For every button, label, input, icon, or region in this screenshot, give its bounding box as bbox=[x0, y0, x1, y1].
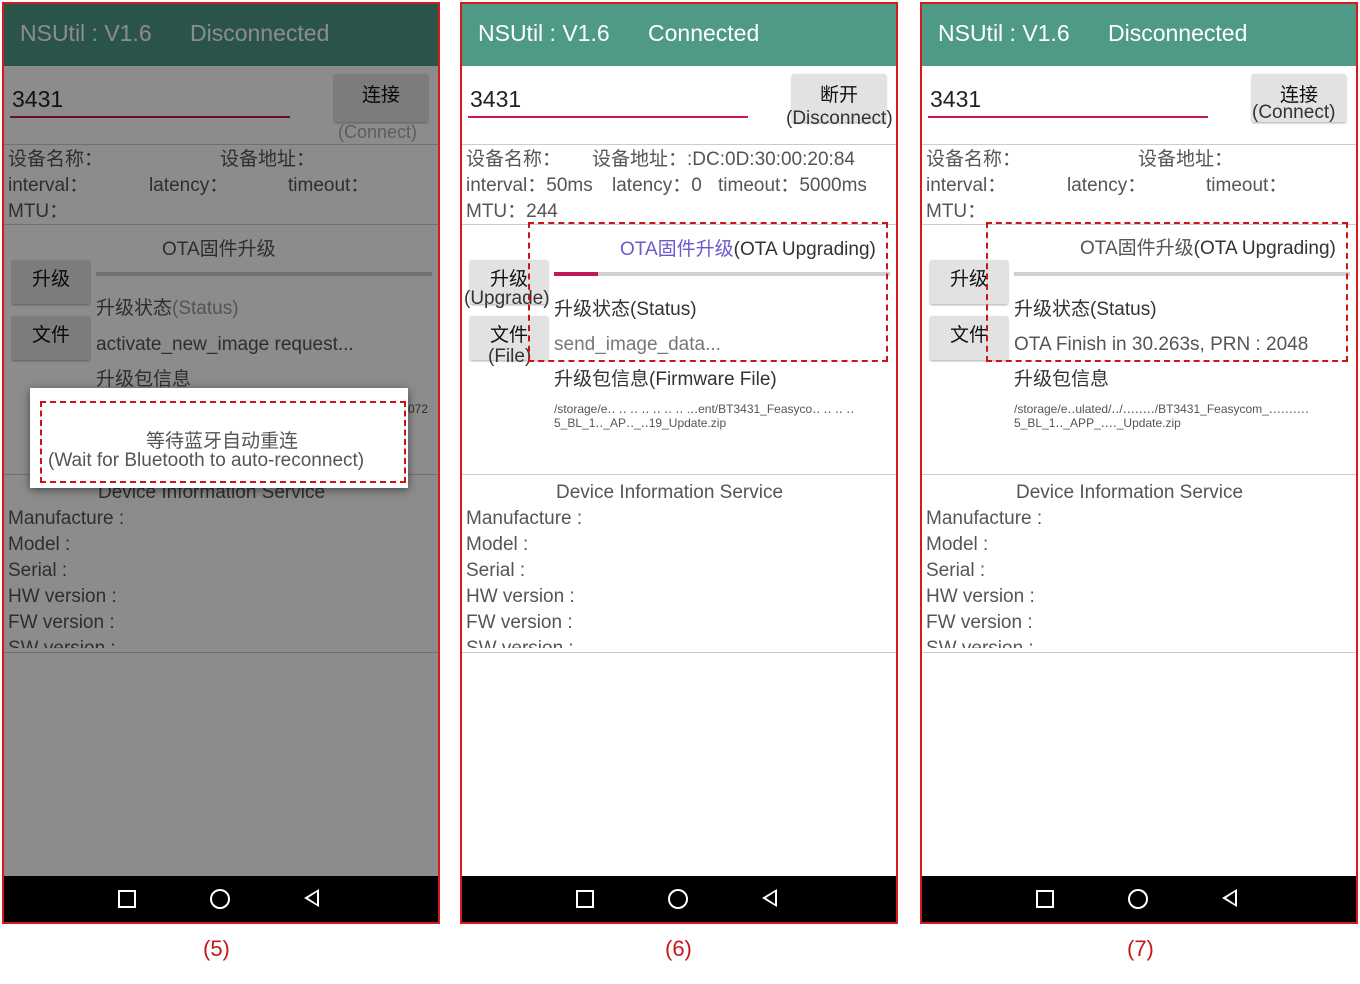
connect-button-en-label: (Connect) bbox=[1252, 102, 1336, 123]
fw-version-label: FW version : bbox=[926, 612, 1033, 633]
timeout-label: timeout： bbox=[718, 175, 800, 196]
latency-value: 0 bbox=[691, 175, 702, 196]
connection-state: Connected bbox=[648, 20, 760, 46]
mtu-label: MTU： bbox=[466, 201, 527, 222]
nav-bar bbox=[4, 876, 438, 922]
home-icon[interactable] bbox=[210, 889, 230, 909]
model-label: Model : bbox=[926, 534, 989, 555]
caption-5: (5) bbox=[203, 936, 230, 961]
nav-bar bbox=[922, 876, 1356, 922]
timeout-label: timeout： bbox=[1206, 175, 1288, 196]
device-address-label: 设备地址： bbox=[592, 149, 688, 170]
recents-icon[interactable] bbox=[118, 890, 136, 908]
divider bbox=[922, 474, 1356, 475]
device-id-input[interactable]: 3431 bbox=[930, 86, 981, 113]
highlight-box bbox=[528, 222, 888, 362]
interval-label: interval： bbox=[466, 175, 547, 196]
sw-version-label: SW version : bbox=[926, 638, 1034, 648]
sw-version-clip: SW version : bbox=[922, 638, 1356, 648]
input-underline bbox=[928, 116, 1208, 118]
mtu: MTU：244 bbox=[466, 196, 558, 223]
phone-screen-6: NSUtil : V1.6 Connected 3431 断开 (Disconn… bbox=[460, 2, 898, 924]
caption-6: (6) bbox=[665, 936, 692, 961]
device-id-input[interactable]: 3431 bbox=[470, 86, 521, 113]
latency-label: latency： bbox=[612, 175, 692, 196]
latency-label: latency： bbox=[1067, 175, 1147, 196]
input-underline bbox=[468, 116, 748, 118]
package-info-label-cn: 升级包信息 bbox=[554, 369, 650, 390]
manufacture-label: Manufacture : bbox=[926, 508, 1043, 529]
mtu-value: 244 bbox=[526, 201, 558, 222]
dis-title: Device Information Service bbox=[556, 482, 784, 503]
sw-version-clip: SW version : bbox=[462, 638, 896, 648]
package-info-label: 升级包信息(Firmware File) bbox=[554, 364, 777, 391]
app-title: NSUtil : V1.6 bbox=[478, 20, 610, 46]
latency: latency：0 bbox=[612, 170, 702, 197]
timeout-value: 5000ms bbox=[799, 175, 867, 196]
model-label: Model : bbox=[466, 534, 529, 555]
nav-bar bbox=[462, 876, 896, 922]
back-icon[interactable] bbox=[1222, 889, 1237, 907]
hw-version-label: HW version : bbox=[466, 586, 575, 607]
home-icon[interactable] bbox=[668, 889, 688, 909]
disconnect-button-label: 断开 bbox=[819, 85, 858, 106]
back-icon[interactable] bbox=[762, 889, 777, 907]
phone-screen-5: NSUtil : V1.6 Disconnected 3431 连接 (Conn… bbox=[2, 2, 440, 924]
mtu-label: MTU： bbox=[926, 201, 987, 222]
app-bar: NSUtil : V1.6 Connected bbox=[462, 4, 896, 66]
file-path-line-1: /storage/e‥ ‥ ‥ ‥ ‥ ‥ ‥ .‥ent/BT3431_Fea… bbox=[554, 402, 855, 416]
file-button-en-label: (File) bbox=[488, 346, 532, 367]
divider bbox=[462, 652, 896, 653]
device-name-label: 设备名称： bbox=[466, 149, 562, 170]
interval-value: 50ms bbox=[546, 175, 593, 196]
file-path-line-2: 5_BL_1‥_AP‥_‥19_Update.zip bbox=[554, 416, 727, 430]
package-info-label: 升级包信息 bbox=[1014, 369, 1110, 390]
app-title: NSUtil : V1.6 bbox=[938, 20, 1070, 46]
recents-icon[interactable] bbox=[576, 890, 594, 908]
fw-version-label: FW version : bbox=[466, 612, 573, 633]
app-bar: NSUtil : V1.6 Disconnected bbox=[922, 4, 1356, 66]
divider bbox=[462, 474, 896, 475]
device-name-label: 设备名称： bbox=[926, 149, 1022, 170]
connection-state: Disconnected bbox=[1108, 20, 1248, 46]
dis-title: Device Information Service bbox=[1016, 482, 1244, 503]
recents-icon[interactable] bbox=[1036, 890, 1054, 908]
home-icon[interactable] bbox=[1128, 889, 1148, 909]
device-address-value: :DC:0D:30:00:20:84 bbox=[687, 149, 855, 170]
caption-7: (7) bbox=[1127, 936, 1154, 961]
sw-version-label: SW version : bbox=[466, 638, 574, 648]
hw-version-label: HW version : bbox=[926, 586, 1035, 607]
divider bbox=[922, 652, 1356, 653]
interval-label: interval： bbox=[926, 175, 1007, 196]
disconnect-button-en-label: (Disconnect) bbox=[786, 108, 893, 129]
back-icon[interactable] bbox=[304, 889, 319, 907]
device-address: 设备地址：:DC:0D:30:00:20:84 bbox=[592, 144, 855, 171]
serial-label: Serial : bbox=[926, 560, 986, 581]
serial-label: Serial : bbox=[466, 560, 526, 581]
manufacture-label: Manufacture : bbox=[466, 508, 583, 529]
highlight-box bbox=[986, 222, 1348, 362]
timeout: timeout：5000ms bbox=[718, 170, 867, 197]
file-path-line-2: 5_BL_1‥_APP_‥‥_Update.zip bbox=[1014, 416, 1181, 430]
phone-screen-7: NSUtil : V1.6 Disconnected 3431 连接 (Conn… bbox=[920, 2, 1358, 924]
device-address-label: 设备地址： bbox=[1138, 149, 1234, 170]
package-info-label-en: (Firmware File) bbox=[649, 369, 777, 390]
file-path-line-1: /storage/e‥ulated/‥/‥‥‥‥/BT3431_Feasycom… bbox=[1014, 402, 1309, 416]
interval: interval：50ms bbox=[466, 170, 593, 197]
highlight-box bbox=[40, 401, 406, 483]
